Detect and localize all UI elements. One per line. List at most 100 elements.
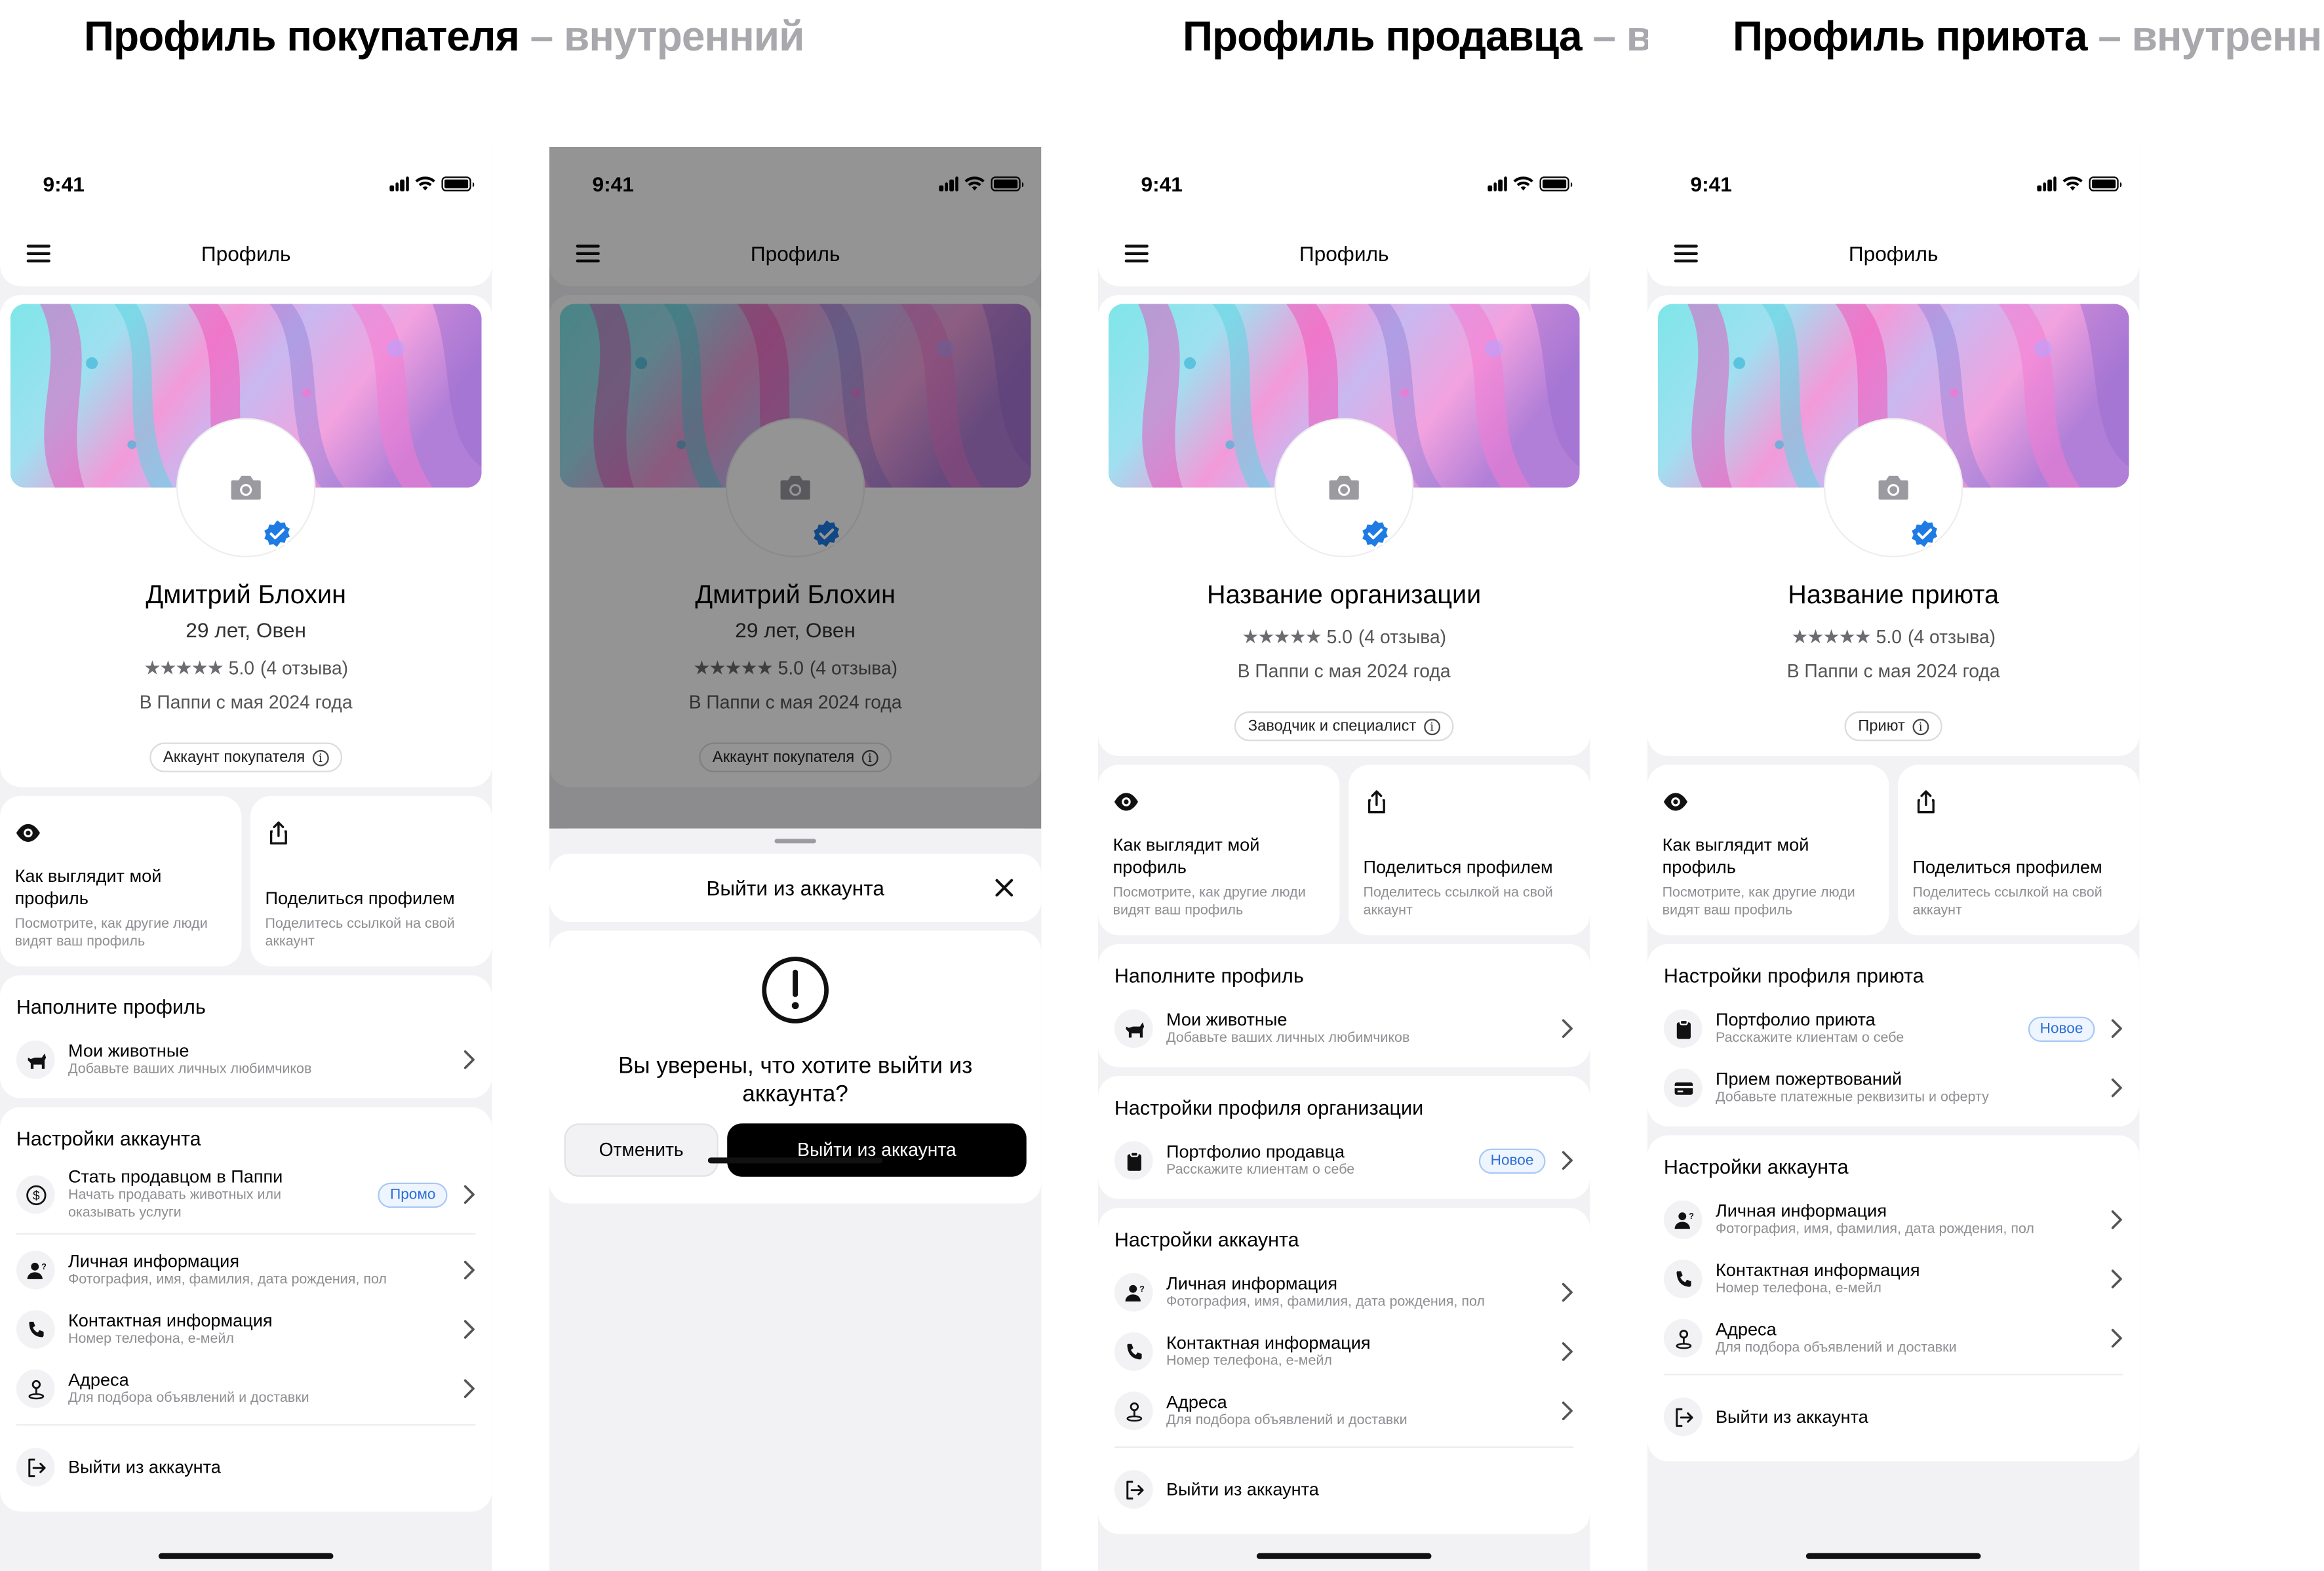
group-title-sub: – вну — [1592, 12, 1648, 60]
divider — [1114, 1446, 1574, 1448]
addresses-row[interactable]: Адреса Для подбора объявлений и доставки — [16, 1359, 476, 1418]
status-time: 9:41 — [43, 172, 85, 196]
sheet-buttons: Отменить Выйти из аккаунта — [564, 1123, 1027, 1177]
chevron-right-icon — [2110, 1328, 2123, 1349]
section-title: Наполните профиль — [16, 995, 206, 1018]
rating-row[interactable]: ★★★★★ 5.0 (4 отзыва) — [1109, 626, 1580, 649]
stars-icon: ★★★★★ — [1791, 625, 1872, 648]
tile-subtitle: Посмотрите, как другие люди видят ваш пр… — [1662, 885, 1855, 919]
account-type-chip[interactable]: Приют i — [1844, 711, 1942, 742]
fill-profile-section: Наполните профиль Мои животные Добавьте в… — [0, 975, 492, 1098]
stars-icon: ★★★★★ — [1242, 625, 1322, 648]
row-subtitle: Расскажите клиентам о себе — [1715, 1029, 1904, 1046]
my-pets-row[interactable]: Мои животные Добавьте ваших личных любимч… — [16, 1030, 476, 1089]
section-title: Настройки аккаунта — [16, 1128, 201, 1151]
member-since: В Паппи с мая 2024 года — [1786, 661, 2000, 682]
home-indicator[interactable] — [1256, 1553, 1432, 1559]
modal-backdrop[interactable] — [549, 147, 1042, 829]
personal-info-row[interactable]: Личная информация Фотография, имя, фамили… — [16, 1241, 476, 1300]
row-title: Личная информация — [68, 1250, 240, 1272]
logout-row[interactable]: Выйти из аккаунта — [1663, 1382, 2123, 1452]
donations-row[interactable]: Прием пожертвований Добавьте платежные ре… — [1663, 1058, 2123, 1117]
profile-header: Дмитрий Блохин 29 лет, Овен ★★★★★ 5.0 (4… — [0, 295, 492, 787]
chevron-right-icon — [2110, 1209, 2123, 1230]
clipboard-icon — [1663, 1009, 1703, 1048]
avatar[interactable] — [1825, 419, 1962, 556]
phone-shelter-profile: 9:41 Профиль Название приюта ★★★★★ 5.0 (… — [1647, 147, 2140, 1571]
my-pets-row[interactable]: Мои животные Добавьте ваших личных любимч… — [1114, 999, 1574, 1058]
account-type-chip[interactable]: Аккаунт покупателя i — [149, 742, 342, 772]
account-settings-section: Настройки аккаунта Стать продавцом в Пап… — [0, 1107, 492, 1512]
tile-title: Как выглядит мой профиль — [1113, 834, 1260, 878]
share-icon — [1913, 789, 1940, 816]
chevron-right-icon — [1560, 1342, 1573, 1362]
status-time: 9:41 — [1690, 172, 1732, 196]
menu-icon[interactable] — [1124, 245, 1149, 263]
logout-row[interactable]: Выйти из аккаунта — [16, 1431, 476, 1502]
share-profile-tile[interactable]: Поделиться профилем Поделитесь ссылкой н… — [1348, 765, 1590, 936]
signal-icon — [1487, 176, 1507, 191]
credit-card-icon — [1663, 1068, 1703, 1107]
section-title: Настройки аккаунта — [1663, 1156, 1849, 1178]
phone-buyer-profile: 9:41 Профиль Дмитрий Блохин 29 лет, Овен… — [0, 147, 492, 1571]
account-type-chip[interactable]: Заводчик и специалист i — [1234, 711, 1453, 742]
avatar[interactable] — [178, 419, 315, 556]
sheet-grabber[interactable] — [774, 839, 816, 844]
addresses-row[interactable]: Адреса Для подбора объявлений и доставки — [1114, 1382, 1574, 1441]
home-indicator[interactable] — [1805, 1553, 1981, 1559]
location-pin-icon — [1663, 1319, 1703, 1358]
group-title-sub: – внутренний — [2098, 12, 2324, 60]
nav-bar: Профиль — [0, 221, 492, 287]
group-title-buyer: Профиль покупателя – внутренний — [84, 12, 804, 60]
warning-icon — [762, 957, 829, 1024]
share-profile-tile[interactable]: Поделиться профилем Поделитесь ссылкой н… — [250, 795, 492, 966]
cancel-button[interactable]: Отменить — [564, 1123, 719, 1177]
view-profile-tile[interactable]: Как выглядит мой профиль Посмотрите, как… — [0, 795, 242, 966]
personal-info-row[interactable]: Личная информация Фотография, имя, фамили… — [1663, 1190, 2123, 1249]
share-profile-tile[interactable]: Поделиться профилем Поделитесь ссылкой н… — [1897, 765, 2140, 936]
personal-info-row[interactable]: Личная информация Фотография, имя, фамили… — [1114, 1263, 1574, 1322]
portfolio-row[interactable]: Портфолио приюта Расскажите клиентам о се… — [1663, 999, 2123, 1058]
rating-row[interactable]: ★★★★★ 5.0 (4 отзыва) — [1658, 626, 2129, 649]
contact-info-row[interactable]: Контактная информация Номер телефона, е-м… — [1663, 1249, 2123, 1308]
share-icon — [266, 820, 292, 846]
dollar-icon — [16, 1175, 55, 1214]
close-icon[interactable] — [994, 877, 1015, 898]
row-subtitle: Фотография, имя, фамилия, дата рождения,… — [1715, 1221, 2034, 1238]
home-indicator[interactable] — [158, 1553, 334, 1559]
action-tiles: Как выглядит мой профиль Посмотрите, как… — [1098, 765, 1590, 936]
view-profile-tile[interactable]: Как выглядит мой профиль Посмотрите, как… — [1647, 765, 1889, 936]
tile-title: Поделиться профилем — [1363, 856, 1553, 878]
section-title: Наполните профиль — [1114, 964, 1304, 987]
contact-info-row[interactable]: Контактная информация Номер телефона, е-м… — [16, 1300, 476, 1359]
addresses-row[interactable]: Адреса Для подбора объявлений и доставки — [1663, 1309, 2123, 1368]
chevron-right-icon — [1560, 1018, 1573, 1039]
become-seller-row[interactable]: Стать продавцом в Паппи Начать продавать … — [16, 1162, 476, 1227]
row-title: Адреса — [1166, 1391, 1227, 1413]
portfolio-row[interactable]: Портфолио продавца Расскажите клиентам о … — [1114, 1131, 1574, 1190]
member-since: В Паппи с мая 2024 года — [139, 692, 353, 713]
menu-icon[interactable] — [26, 245, 50, 263]
nav-bar: Профиль — [1647, 221, 2140, 287]
chevron-right-icon — [1560, 1282, 1573, 1303]
view-profile-tile[interactable]: Как выглядит мой профиль Посмотрите, как… — [1098, 765, 1340, 936]
avatar[interactable] — [1276, 419, 1413, 556]
contact-info-row[interactable]: Контактная информация Номер телефона, е-м… — [1114, 1322, 1574, 1381]
status-bar: 9:41 — [1098, 147, 1590, 221]
location-pin-icon — [16, 1369, 55, 1408]
home-indicator[interactable] — [707, 1157, 883, 1164]
rating-row[interactable]: ★★★★★ 5.0 (4 отзыва) — [10, 656, 482, 680]
row-title: Портфолио продавца — [1166, 1141, 1345, 1163]
row-title: Адреса — [68, 1369, 129, 1391]
confirm-logout-button[interactable]: Выйти из аккаунта — [727, 1123, 1027, 1177]
chevron-right-icon — [1560, 1401, 1573, 1422]
signal-icon — [389, 176, 409, 191]
row-title: Выйти из аккаунта — [1715, 1406, 1868, 1427]
logout-icon — [1114, 1470, 1153, 1509]
wifi-icon — [1513, 176, 1534, 191]
tile-title: Как выглядит мой профиль — [14, 865, 162, 909]
logout-row[interactable]: Выйти из аккаунта — [1114, 1454, 1574, 1524]
phone-icon — [1663, 1260, 1703, 1299]
menu-icon[interactable] — [1674, 245, 1698, 263]
row-title: Портфолио приюта — [1715, 1009, 1876, 1030]
